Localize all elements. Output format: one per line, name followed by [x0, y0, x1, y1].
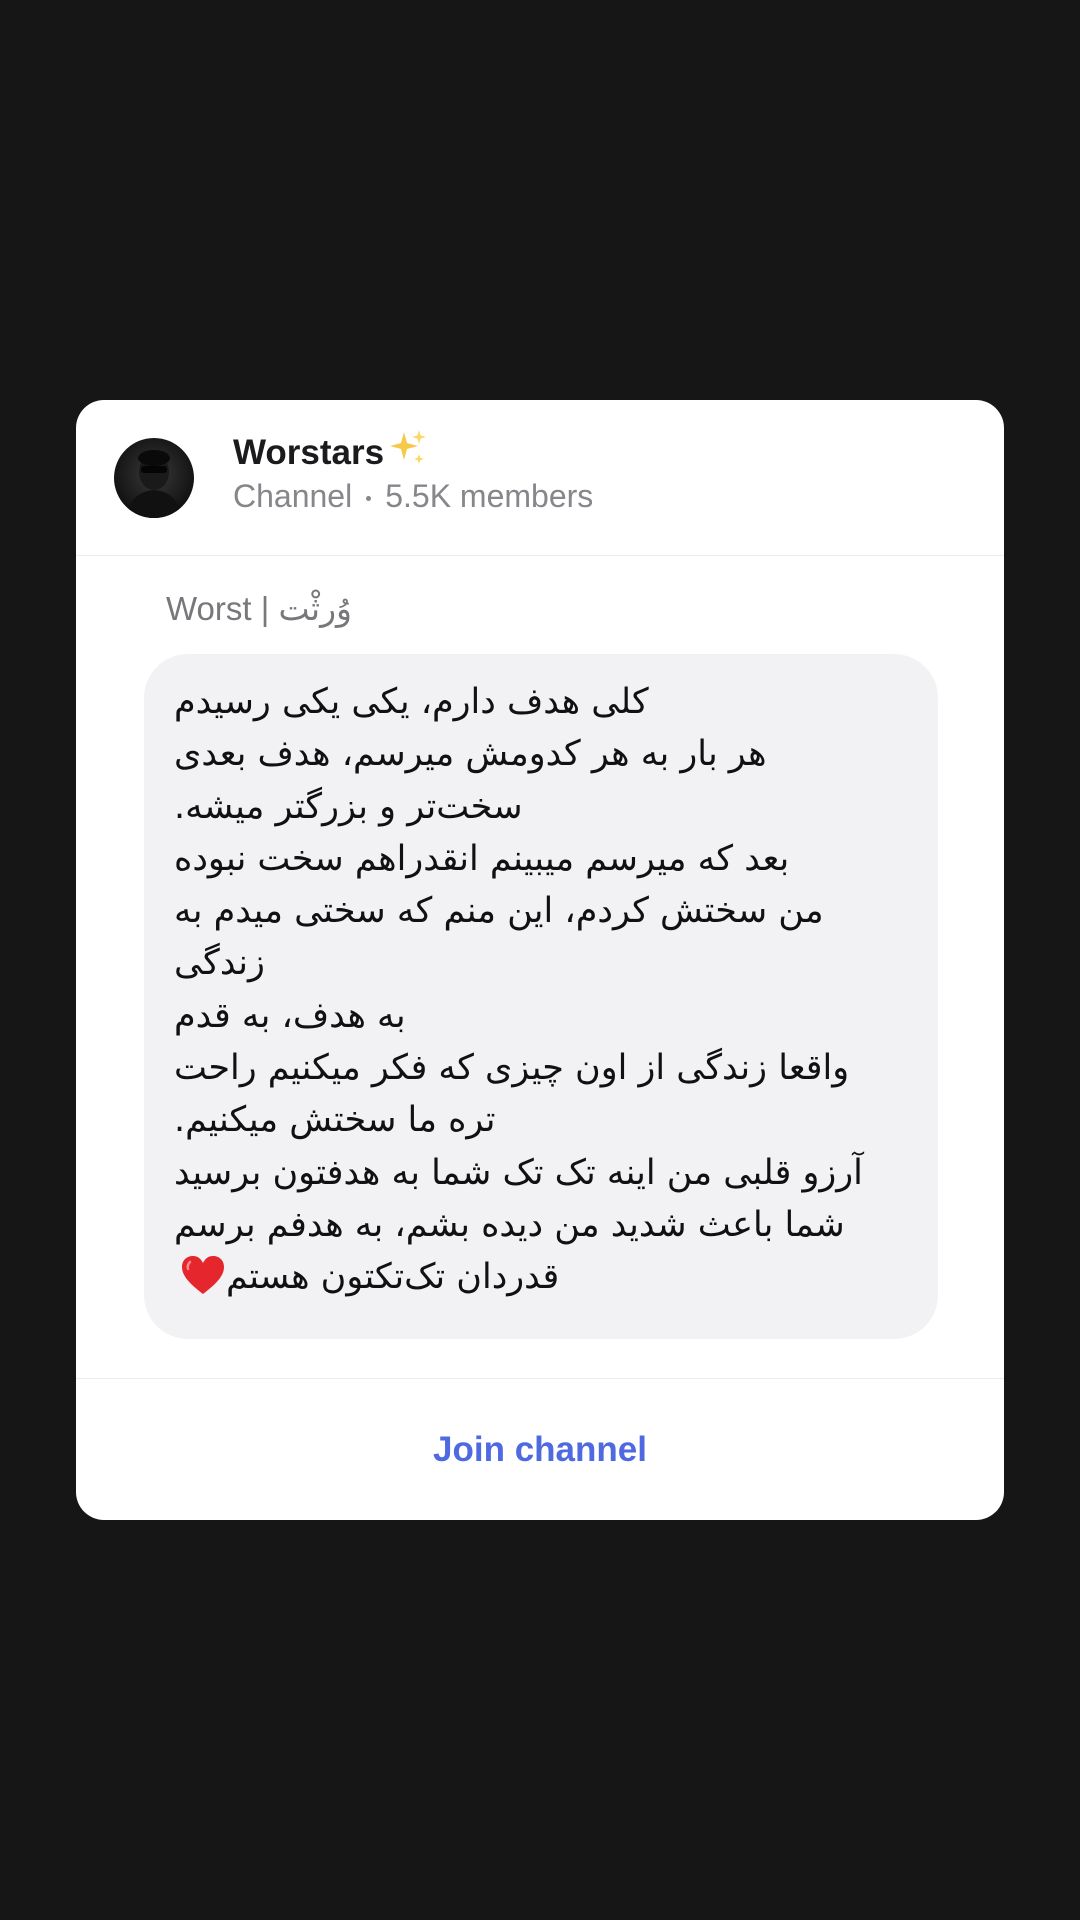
message-line: کلی هدف دارم، یکی یکی رسیدم: [174, 682, 649, 722]
message-line: شما باعث شدید من دیده بشم، به هدفم برسم: [174, 1204, 845, 1245]
message-line: آرزو قلبی من اینه تک تک شما به هدفتون بر…: [174, 1152, 863, 1193]
message-line-last: قدردان تک‌تکتون هستم: [174, 1251, 904, 1303]
member-count: 5.5K members: [385, 478, 594, 514]
red-heart-icon: [180, 1254, 226, 1311]
message-line: واقعا زندگی از اون چیزی که فکر میکنیم را…: [174, 1048, 850, 1089]
channel-name: Worstars: [233, 433, 385, 472]
message-line-text: قدردان تک‌تکتون هستم: [226, 1257, 560, 1298]
avatar[interactable]: [114, 438, 194, 518]
channel-meta: Channel 5.5K members: [233, 474, 593, 518]
message-line: زندگی: [174, 943, 265, 984]
message-line: سخت‌تر و بزرگتر میشه.: [174, 786, 523, 827]
card-footer: Join channel: [76, 1378, 1004, 1520]
message-line: تره ما سختش میکنیم.: [174, 1100, 496, 1141]
message-line: به هدف، به قدم: [174, 995, 406, 1036]
post-sender-name: Worst | وُرثْت: [166, 590, 352, 627]
separator-dot: [366, 496, 372, 502]
channel-share-card: Worstars Channel 5.5K members Worst | وُر…: [76, 400, 1004, 1520]
message-text: کلی هدف دارم، یکی یکی رسیدم هر بار به هر…: [174, 676, 904, 1304]
message-line: من سختش کردم، این منم که سختی میدم به: [174, 891, 824, 932]
message-line: بعد که میرسم میبینم انقدراهم سخت نبوده: [174, 838, 790, 879]
channel-type: Channel: [233, 478, 353, 514]
join-channel-button[interactable]: Join channel: [76, 1379, 1004, 1520]
message-bubble: کلی هدف دارم، یکی یکی رسیدم هر بار به هر…: [144, 654, 938, 1339]
channel-header[interactable]: Worstars Channel 5.5K members: [76, 400, 1004, 556]
message-line: هر بار به هر کدومش میرسم، هدف بعدی: [174, 734, 767, 775]
